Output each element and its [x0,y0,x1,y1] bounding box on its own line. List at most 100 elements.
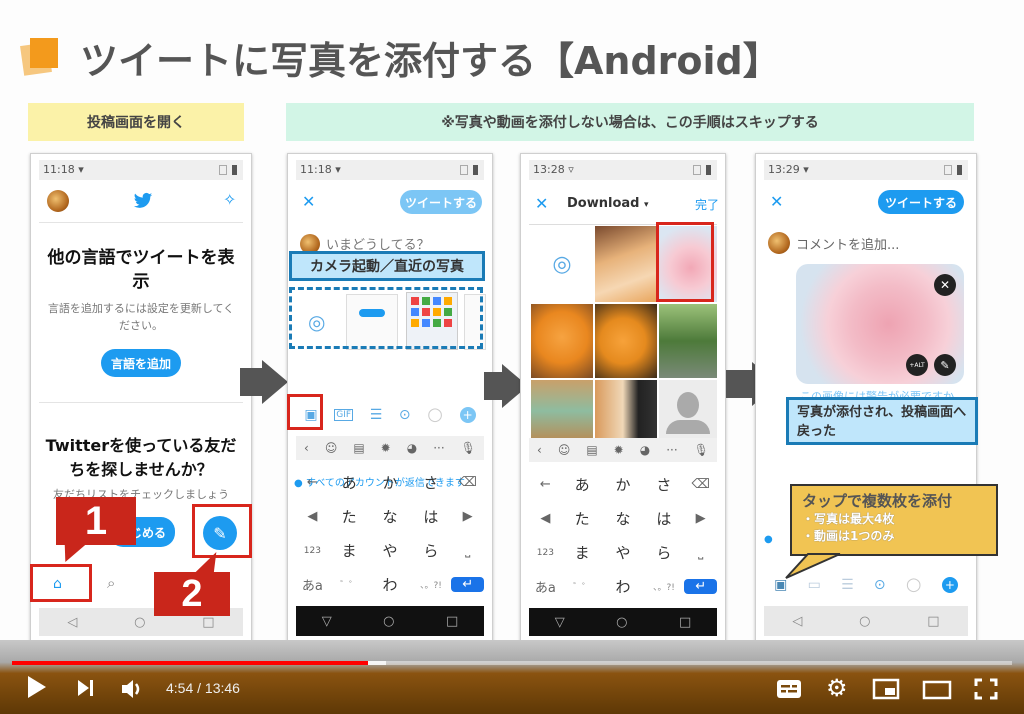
avatar[interactable] [47,190,69,212]
alt-text-button[interactable]: +ALT [906,354,928,376]
key[interactable]: 123 [296,546,329,556]
key[interactable]: さ [410,472,451,493]
miniplayer-icon[interactable] [872,678,900,700]
photo-thumbnail[interactable] [531,380,593,442]
key[interactable]: ⌫ [451,475,484,490]
sticker-icon[interactable]: ☺ [325,441,338,455]
photo-thumbnail[interactable] [595,226,657,302]
enter-key[interactable]: ↵ [684,579,718,594]
key[interactable]: な [603,508,644,529]
key[interactable]: ⎵ [451,543,484,558]
home-nav-icon[interactable]: ○ [616,615,627,630]
key[interactable]: さ [643,474,684,495]
key[interactable]: わ [603,576,644,597]
key[interactable]: ま [329,540,370,561]
next-icon[interactable] [78,680,93,700]
key[interactable]: あ [562,474,603,495]
clipboard-icon[interactable]: ▤ [353,441,364,455]
recents-nav-icon[interactable]: □ [446,614,458,629]
sparkle-icon[interactable]: ✧ [223,190,236,209]
key[interactable]: ← [296,475,329,490]
gif-icon[interactable]: GIF [334,408,354,421]
keyboard-collapse-icon[interactable]: ‹ [304,441,309,455]
theme-icon[interactable]: ◕ [640,443,650,457]
key[interactable]: た [329,506,370,527]
remove-photo-button[interactable]: ✕ [934,274,956,296]
settings-icon[interactable]: ✹ [614,443,624,457]
play-icon[interactable] [28,676,46,698]
subtitles-icon[interactable] [776,679,802,699]
key[interactable]: 123 [529,548,562,558]
key[interactable]: あa [529,577,562,596]
home-nav-icon[interactable]: ○ [383,614,394,629]
home-nav-icon[interactable]: ○ [859,614,870,629]
mic-icon[interactable]: 🎙 [694,443,709,457]
key[interactable]: は [410,506,451,527]
key[interactable]: 、。?! [643,580,684,593]
fullscreen-icon[interactable] [974,678,998,700]
key[interactable]: ⌫ [684,477,717,492]
close-icon[interactable]: ✕ [302,192,315,211]
key[interactable]: や [370,540,411,561]
more-icon[interactable]: ··· [666,443,677,457]
recents-nav-icon[interactable]: □ [927,614,939,629]
key[interactable]: あa [296,575,329,594]
key[interactable]: わ [370,574,411,595]
more-icon[interactable]: ··· [433,441,444,455]
photo-thumbnail-placeholder[interactable] [659,380,717,442]
key[interactable]: ▶ [451,509,484,524]
key[interactable]: ← [529,477,562,492]
back-nav-icon[interactable]: ▽ [322,614,332,629]
add-language-button[interactable]: 言語を追加 [101,349,181,377]
close-icon[interactable]: ✕ [770,192,783,211]
key[interactable]: か [603,474,644,495]
home-nav-icon[interactable]: ○ [134,615,145,630]
photo-thumbnail[interactable] [595,380,657,442]
poll-icon[interactable]: ☰ [370,407,383,423]
key[interactable]: ら [410,540,451,561]
key[interactable]: ⎵ [684,545,717,560]
location-icon[interactable]: ⊙ [874,577,886,593]
sticker-icon[interactable]: ☺ [558,443,571,457]
progress-played[interactable] [12,661,368,665]
done-button[interactable]: 完了 [695,196,719,213]
key[interactable]: ◀ [529,511,562,526]
key[interactable]: ◀ [296,509,329,524]
photo-thumbnail[interactable] [659,304,717,378]
key[interactable]: な [370,506,411,527]
enter-key[interactable]: ↵ [451,577,485,592]
camera-icon[interactable]: ◎ [531,226,593,302]
key[interactable]: 、。?! [410,578,451,591]
key[interactable]: た [562,508,603,529]
key[interactable]: ▶ [684,511,717,526]
location-icon[interactable]: ⊙ [399,407,411,423]
close-icon[interactable]: ✕ [535,194,548,213]
recents-nav-icon[interactable]: □ [202,615,214,630]
theme-icon[interactable]: ◕ [407,441,417,455]
attached-photo-preview[interactable]: ✕ +ALT ✎ [796,264,964,384]
theater-mode-icon[interactable] [922,680,952,700]
key[interactable]: ゛゜ [329,578,370,591]
key[interactable]: ゛゜ [562,580,603,593]
key[interactable]: や [603,542,644,563]
edit-photo-button[interactable]: ✎ [934,354,956,376]
tweet-button[interactable]: ツイートする [400,190,482,214]
add-thread-icon[interactable]: + [941,576,958,593]
back-nav-icon[interactable]: ◁ [792,614,802,629]
settings-icon[interactable]: ✹ [381,441,391,455]
add-thread-icon[interactable]: + [459,406,476,423]
tweet-text-input[interactable]: コメントを追加... [796,234,899,253]
mic-icon[interactable]: 🎙 [461,441,476,455]
back-nav-icon[interactable]: ◁ [67,615,77,630]
tweet-button[interactable]: ツイートする [878,190,964,214]
search-tab-icon[interactable]: ⌕ [107,574,115,592]
recents-nav-icon[interactable]: □ [679,615,691,630]
keyboard-collapse-icon[interactable]: ‹ [537,443,542,457]
back-nav-icon[interactable]: ▽ [555,615,565,630]
photo-thumbnail[interactable] [531,304,593,378]
clipboard-icon[interactable]: ▤ [586,443,597,457]
key[interactable]: あ [329,472,370,493]
volume-icon[interactable] [120,678,144,700]
globe-icon[interactable]: ● [764,534,773,545]
settings-gear-icon[interactable]: ⚙ [826,674,848,702]
